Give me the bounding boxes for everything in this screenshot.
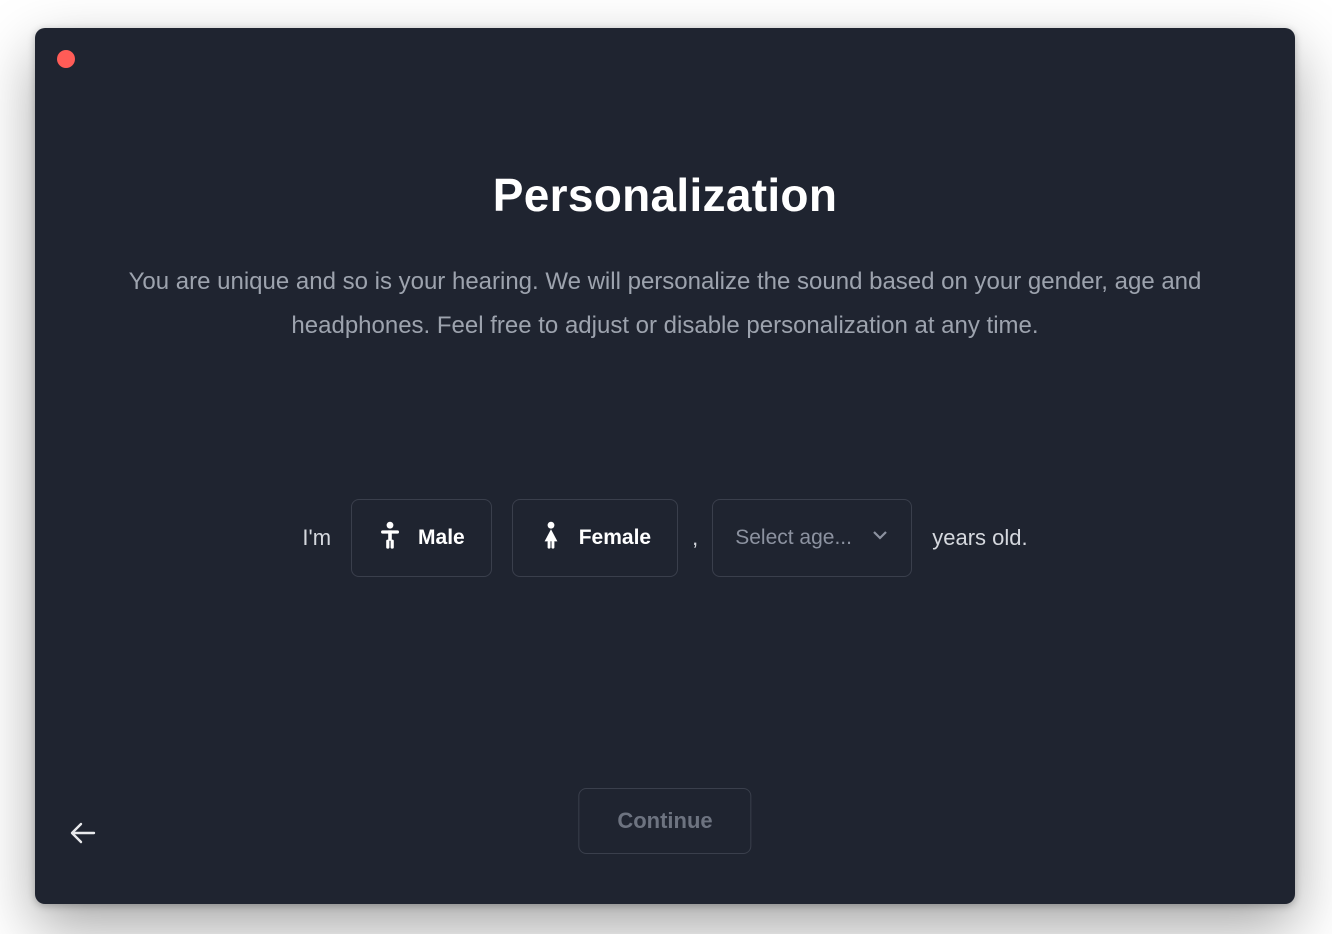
age-select[interactable]: Select age... — [712, 499, 912, 577]
arrow-left-icon — [68, 818, 98, 851]
prefix-text: I'm — [302, 525, 331, 551]
gender-male-label: Male — [418, 526, 465, 550]
page-description: You are unique and so is your hearing. W… — [125, 260, 1205, 349]
main-content: Personalization You are unique and so is… — [35, 168, 1295, 577]
gender-female-button[interactable]: Female — [512, 499, 678, 577]
page-title: Personalization — [35, 168, 1295, 222]
suffix-text: years old. — [932, 525, 1027, 551]
app-window: Personalization You are unique and so is… — [35, 28, 1295, 904]
female-icon — [539, 521, 563, 555]
separator-comma: , — [692, 525, 698, 551]
gender-female-label: Female — [579, 526, 651, 550]
personalization-form: I'm Male — [35, 499, 1295, 577]
continue-button-label: Continue — [617, 808, 712, 833]
continue-button[interactable]: Continue — [578, 788, 751, 854]
age-select-placeholder: Select age... — [735, 526, 852, 550]
close-window-button[interactable] — [57, 50, 75, 68]
chevron-down-icon — [871, 526, 889, 550]
back-button[interactable] — [63, 814, 103, 854]
male-icon — [378, 521, 402, 555]
gender-male-button[interactable]: Male — [351, 499, 492, 577]
